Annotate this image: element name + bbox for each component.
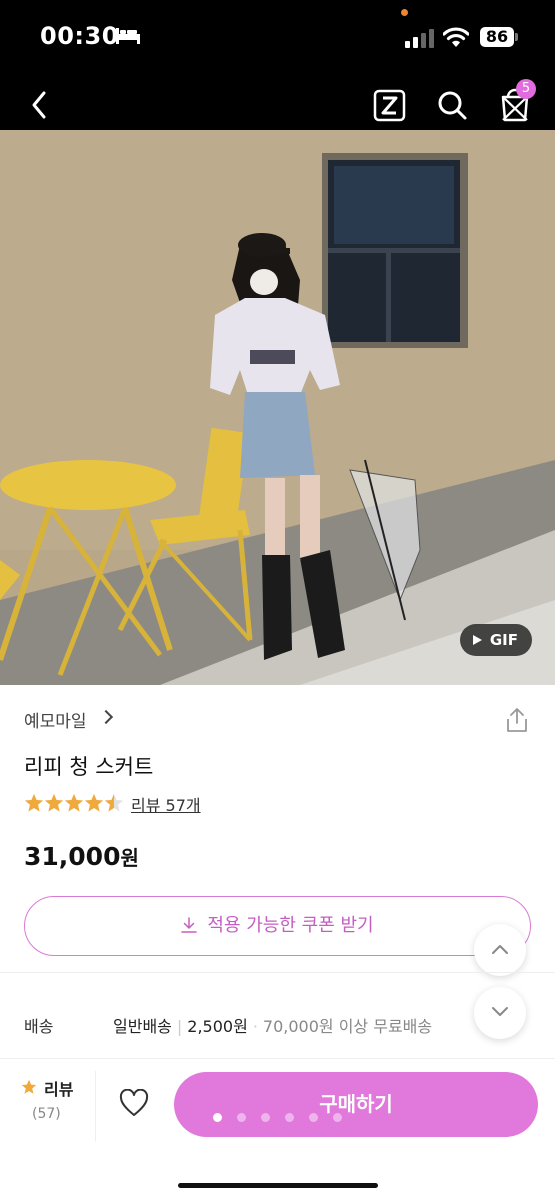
pagination-dot [333, 1113, 342, 1122]
review-count-link[interactable]: 리뷰 57개 [131, 792, 201, 816]
chevron-down-icon [492, 1007, 508, 1016]
star-icon [85, 794, 103, 812]
product-price: 31,000원 [24, 842, 139, 871]
gif-label: GIF [489, 631, 518, 649]
price-value: 31,000 [24, 842, 121, 871]
star-icon [45, 794, 63, 812]
free-shipping-condition: 70,000원 이상 무료배송 [262, 1017, 433, 1036]
pagination-dot [237, 1113, 246, 1122]
review-tab-count: (57) [32, 1106, 61, 1122]
bed-icon [116, 28, 140, 44]
scroll-up-button[interactable] [474, 924, 526, 976]
rating-stars [25, 794, 123, 812]
chevron-right-icon [98, 709, 114, 725]
scroll-down-button[interactable] [474, 987, 526, 1039]
gif-badge[interactable]: GIF [460, 624, 532, 656]
heart-icon[interactable] [119, 1089, 149, 1117]
bottom-action-bar: 리뷰 (57) 구매하기 [0, 1059, 555, 1200]
section-divider [0, 972, 555, 973]
shipping-info: 일반배송 | 2,500원 · 70,000원 이상 무료배송 [113, 1017, 433, 1036]
price-unit: 원 [120, 846, 139, 870]
store-name-link[interactable]: 예모마일 [24, 707, 87, 732]
star-icon [25, 794, 43, 812]
chevron-up-icon [492, 945, 508, 954]
wifi-icon [443, 27, 469, 47]
download-icon [181, 917, 198, 933]
shipping-fee: 2,500원 [187, 1017, 248, 1036]
pagination-dot [213, 1113, 222, 1122]
z-logo-icon[interactable] [370, 83, 410, 123]
status-time: 00:30 [40, 22, 119, 50]
product-image[interactable]: GIF [0, 130, 555, 685]
shipping-type: 일반배송 [113, 1017, 172, 1036]
privacy-indicator [401, 9, 408, 16]
star-icon [21, 1079, 37, 1094]
home-indicator[interactable] [178, 1183, 378, 1188]
shipping-label: 배송 [24, 1017, 54, 1036]
battery-indicator: 86 [480, 27, 514, 47]
buy-button[interactable]: 구매하기 [174, 1072, 538, 1137]
top-nav-bar [0, 75, 555, 130]
product-photo [0, 130, 555, 685]
cellular-signal-icon [405, 29, 434, 48]
coupon-label: 적용 가능한 쿠폰 받기 [207, 915, 374, 936]
star-icon [105, 794, 123, 812]
coupon-button[interactable]: 적용 가능한 쿠폰 받기 [24, 896, 531, 956]
status-bar: 00:30 86 [0, 0, 555, 75]
cart-count-badge: 5 [516, 79, 536, 99]
back-icon[interactable] [20, 83, 60, 123]
star-icon [65, 794, 83, 812]
pagination-dot [285, 1113, 294, 1122]
share-icon[interactable] [505, 707, 529, 733]
battery-tip [515, 33, 518, 41]
vertical-divider [95, 1071, 96, 1141]
product-title: 리피 청 스커트 [24, 755, 154, 779]
review-tab-label[interactable]: 리뷰 [44, 1076, 73, 1100]
play-icon [473, 635, 482, 645]
pagination-dot [309, 1113, 318, 1122]
search-icon[interactable] [433, 83, 473, 123]
pagination-dot [261, 1113, 270, 1122]
